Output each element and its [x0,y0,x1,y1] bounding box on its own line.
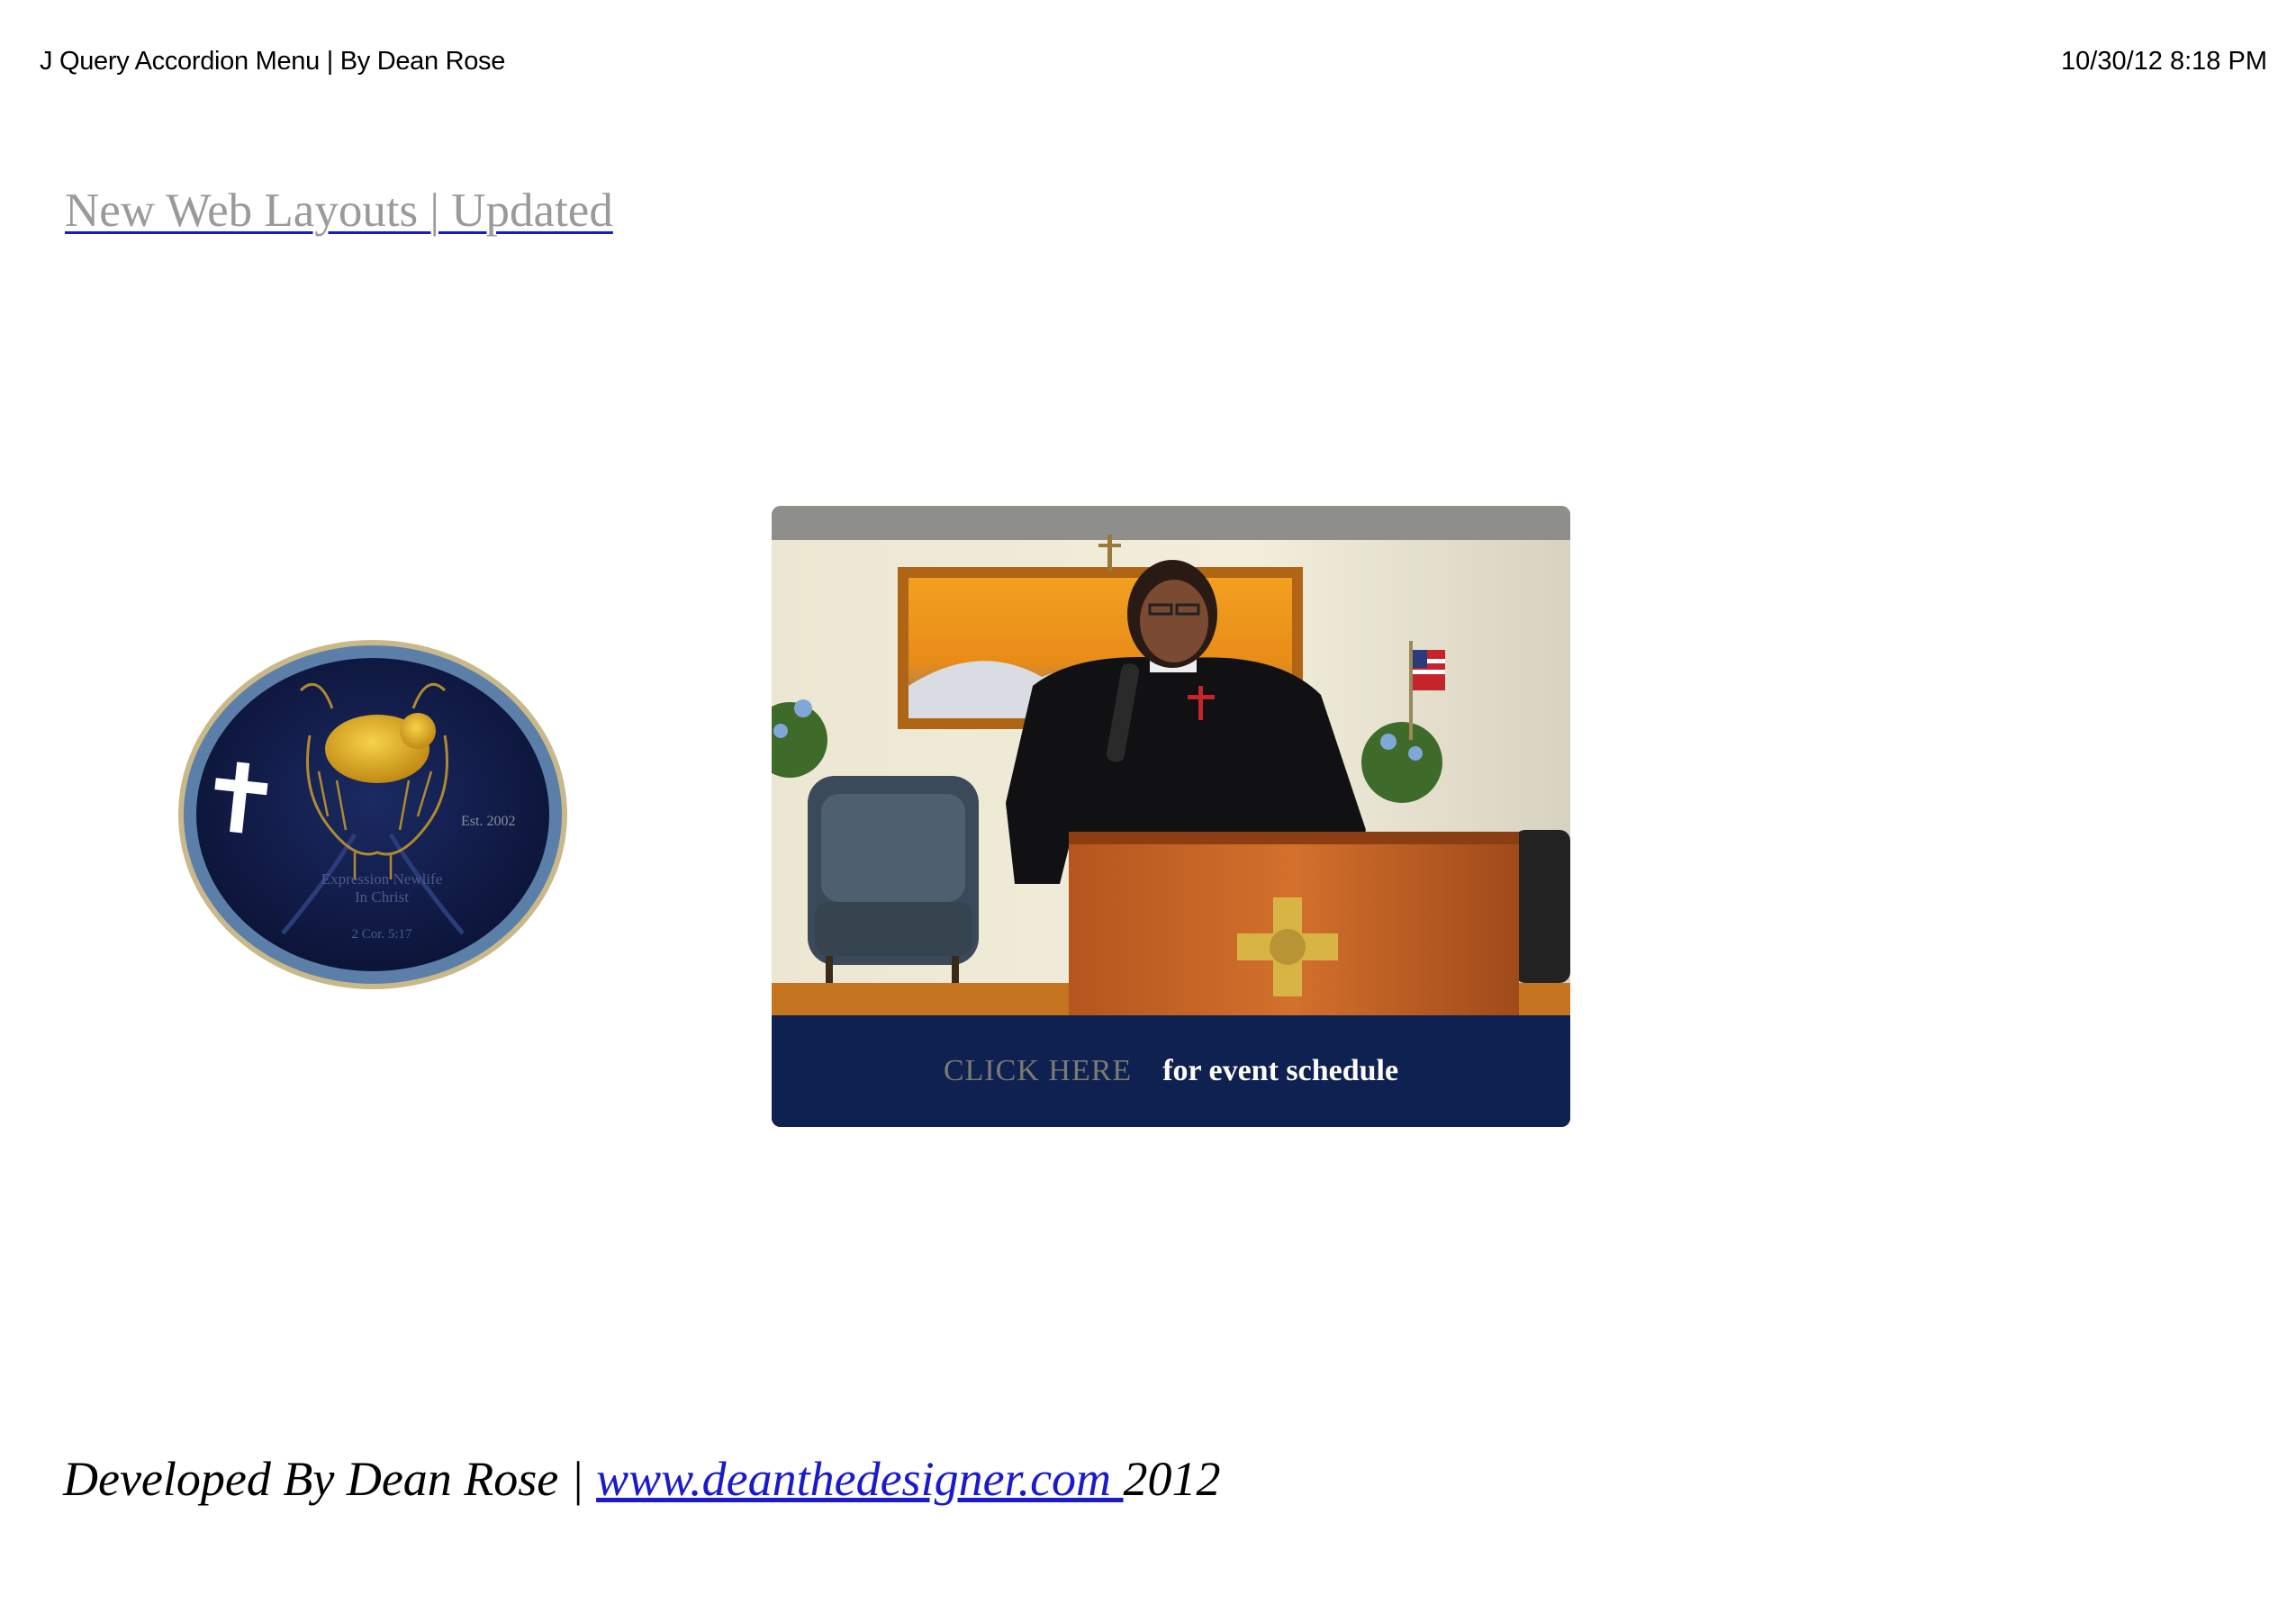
footer-prefix: Developed By Dean Rose | [63,1452,597,1506]
church-seal-logo: Est. 2002 Expression Newlife In Christ 2… [175,636,571,993]
designer-website-link[interactable]: www.deanthedesigner.com [596,1452,1123,1506]
pastor-at-pulpit-photo [772,506,1570,1015]
page-header-title: J Query Accordion Menu | By Dean Rose [40,47,506,76]
new-web-layouts-link[interactable]: New Web Layouts | Updated [65,184,613,238]
svg-text:In Christ: In Christ [355,888,409,906]
event-schedule-bar[interactable]: CLICK HERE for event schedule [772,1015,1570,1127]
svg-text:Est. 2002: Est. 2002 [461,814,515,829]
event-schedule-label: for event schedule [1162,1054,1399,1087]
event-schedule-banner[interactable]: CLICK HERE for event schedule [772,506,1570,1127]
svg-text:Expression Newlife: Expression Newlife [321,870,443,888]
svg-text:2 Cor. 5:17: 2 Cor. 5:17 [351,927,412,942]
footer-year: 2012 [1123,1452,1221,1506]
page-header-datetime: 10/30/12 8:18 PM [2061,47,2267,76]
page: J Query Accordion Menu | By Dean Rose 10… [0,0,2296,1604]
footer-credit: Developed By Dean Rose | www.deanthedesi… [63,1451,1221,1507]
click-here-link[interactable]: CLICK HERE [944,1054,1132,1088]
